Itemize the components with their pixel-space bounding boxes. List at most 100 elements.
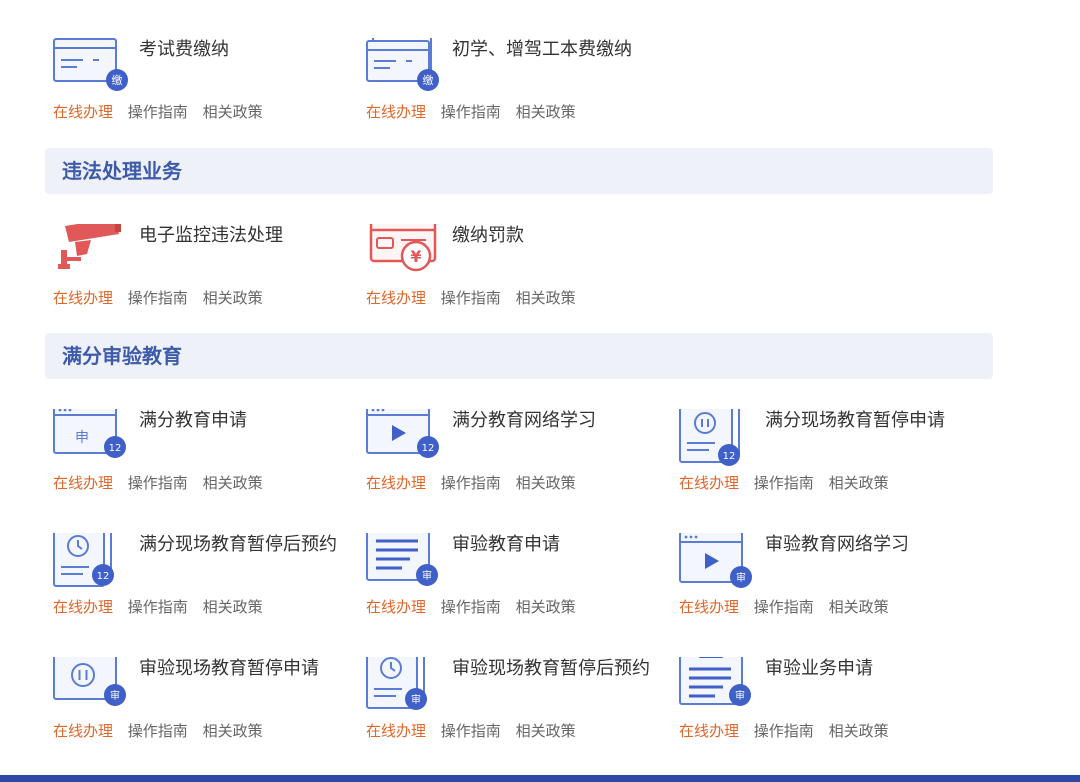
service-title: 缴纳罚款 (452, 225, 524, 246)
related-policy-link[interactable]: 相关政策 (516, 722, 576, 740)
svg-text:申: 申 (75, 430, 89, 446)
related-policy-link[interactable]: 相关政策 (203, 103, 263, 121)
related-policy-link[interactable]: 相关政策 (516, 103, 576, 121)
service-item-fullscore-online-study: 12 满分教育网络学习 在线办理 操作指南 相关政策 (366, 409, 666, 509)
related-policy-link[interactable]: 相关政策 (516, 474, 576, 492)
svg-text:12: 12 (109, 443, 122, 454)
service-links: 在线办理 操作指南 相关政策 (53, 597, 273, 617)
svg-text:¥: ¥ (410, 247, 421, 266)
online-handle-link[interactable]: 在线办理 (679, 722, 739, 740)
service-links: 在线办理 操作指南 相关政策 (53, 721, 273, 741)
service-item-camera-violation: 电子监控违法处理 在线办理 操作指南 相关政策 (53, 224, 353, 324)
service-item-license-fee: 缴 初学、增驾工本费缴纳 在线办理 操作指南 相关政策 (366, 38, 666, 138)
service-title: 审验教育网络学习 (765, 534, 909, 555)
pause-window-icon: 审 (53, 657, 126, 706)
service-item-review-business-apply: 审 审验业务申请 在线办理 操作指南 相关政策 (679, 657, 979, 757)
online-handle-link[interactable]: 在线办理 (53, 722, 113, 740)
video-window-icon: 12 (366, 409, 439, 458)
service-links: 在线办理 操作指南 相关政策 (366, 597, 586, 617)
service-links: 在线办理 操作指南 相关政策 (366, 102, 586, 122)
related-policy-link[interactable]: 相关政策 (829, 722, 889, 740)
surveillance-camera-icon (58, 224, 121, 269)
related-policy-link[interactable]: 相关政策 (203, 474, 263, 492)
service-links: 在线办理 操作指南 相关政策 (366, 473, 586, 493)
online-handle-link[interactable]: 在线办理 (53, 474, 113, 492)
operation-guide-link[interactable]: 操作指南 (441, 103, 501, 121)
related-policy-link[interactable]: 相关政策 (203, 289, 263, 307)
svg-text:12: 12 (97, 571, 110, 582)
service-item-fullscore-pause-booking: 12 满分现场教育暂停后预约 在线办理 操作指南 相关政策 (53, 533, 353, 633)
service-title: 满分教育申请 (139, 410, 247, 431)
operation-guide-link[interactable]: 操作指南 (441, 722, 501, 740)
document-lines-icon: 审 (366, 533, 438, 586)
application-window-icon: 申 12 (53, 409, 126, 458)
service-links: 在线办理 操作指南 相关政策 (53, 473, 273, 493)
bottom-bar (0, 775, 1080, 782)
online-handle-link[interactable]: 在线办理 (53, 103, 113, 121)
operation-guide-link[interactable]: 操作指南 (441, 289, 501, 307)
operation-guide-link[interactable]: 操作指南 (128, 289, 188, 307)
svg-text:12: 12 (422, 443, 435, 454)
service-links: 在线办理 操作指南 相关政策 (679, 597, 899, 617)
operation-guide-link[interactable]: 操作指南 (128, 103, 188, 121)
related-policy-link[interactable]: 相关政策 (829, 598, 889, 616)
online-handle-link[interactable]: 在线办理 (366, 474, 426, 492)
related-policy-link[interactable]: 相关政策 (516, 289, 576, 307)
operation-guide-link[interactable]: 操作指南 (441, 598, 501, 616)
payment-stack-icon: 缴 (366, 38, 439, 91)
clock-stack-icon: 审 (366, 657, 427, 710)
service-title: 审验现场教育暂停后预约 (452, 658, 650, 679)
svg-text:12: 12 (723, 451, 736, 462)
svg-text:审: 审 (422, 569, 432, 582)
video-window-icon: 审 (679, 533, 752, 588)
related-policy-link[interactable]: 相关政策 (203, 598, 263, 616)
online-handle-link[interactable]: 在线办理 (53, 289, 113, 307)
svg-text:审: 审 (736, 571, 746, 584)
operation-guide-link[interactable]: 操作指南 (754, 722, 814, 740)
operation-guide-link[interactable]: 操作指南 (128, 598, 188, 616)
operation-guide-link[interactable]: 操作指南 (441, 474, 501, 492)
operation-guide-link[interactable]: 操作指南 (128, 474, 188, 492)
clock-stack-icon: 12 (53, 533, 114, 587)
related-policy-link[interactable]: 相关政策 (829, 474, 889, 492)
service-links: 在线办理 操作指南 相关政策 (53, 102, 273, 122)
service-links: 在线办理 操作指南 相关政策 (679, 473, 899, 493)
service-item-exam-fee: 缴 考试费缴纳 在线办理 操作指南 相关政策 (53, 38, 353, 138)
svg-text:审: 审 (735, 689, 745, 702)
service-links: 在线办理 操作指南 相关政策 (366, 288, 586, 308)
service-title: 审验业务申请 (765, 658, 873, 679)
service-links: 在线办理 操作指南 相关政策 (53, 288, 273, 308)
service-item-review-online-study: 审 审验教育网络学习 在线办理 操作指南 相关政策 (679, 533, 979, 633)
svg-text:缴: 缴 (423, 73, 434, 87)
online-handle-link[interactable]: 在线办理 (366, 722, 426, 740)
pause-stack-icon: 12 (679, 409, 740, 466)
fine-payment-icon: ¥ (369, 224, 437, 272)
online-handle-link[interactable]: 在线办理 (679, 474, 739, 492)
service-item-pay-fine: ¥ 缴纳罚款 在线办理 操作指南 相关政策 (366, 224, 666, 324)
section-header-education: 满分审验教育 (45, 333, 993, 379)
online-handle-link[interactable]: 在线办理 (366, 103, 426, 121)
operation-guide-link[interactable]: 操作指南 (754, 598, 814, 616)
related-policy-link[interactable]: 相关政策 (203, 722, 263, 740)
svg-text:审: 审 (110, 689, 120, 702)
online-handle-link[interactable]: 在线办理 (679, 598, 739, 616)
svg-text:审: 审 (411, 693, 421, 706)
online-handle-link[interactable]: 在线办理 (366, 598, 426, 616)
payment-card-icon: 缴 (53, 38, 128, 91)
service-item-fullscore-pause-apply: 12 满分现场教育暂停申请 在线办理 操作指南 相关政策 (679, 409, 979, 509)
service-item-review-pause-booking: 审 审验现场教育暂停后预约 在线办理 操作指南 相关政策 (366, 657, 666, 757)
service-title: 考试费缴纳 (139, 39, 229, 60)
online-handle-link[interactable]: 在线办理 (53, 598, 113, 616)
service-title: 初学、增驾工本费缴纳 (452, 39, 632, 60)
operation-guide-link[interactable]: 操作指南 (754, 474, 814, 492)
service-title: 满分现场教育暂停后预约 (139, 534, 337, 555)
service-item-review-pause-apply: 审 审验现场教育暂停申请 在线办理 操作指南 相关政策 (53, 657, 353, 757)
svg-text:缴: 缴 (112, 73, 123, 87)
related-policy-link[interactable]: 相关政策 (516, 598, 576, 616)
clipboard-icon: 审 (679, 657, 751, 706)
service-title: 满分教育网络学习 (452, 410, 596, 431)
service-item-review-education-apply: 审 审验教育申请 在线办理 操作指南 相关政策 (366, 533, 666, 633)
operation-guide-link[interactable]: 操作指南 (128, 722, 188, 740)
section-header-violation: 违法处理业务 (45, 148, 993, 194)
online-handle-link[interactable]: 在线办理 (366, 289, 426, 307)
